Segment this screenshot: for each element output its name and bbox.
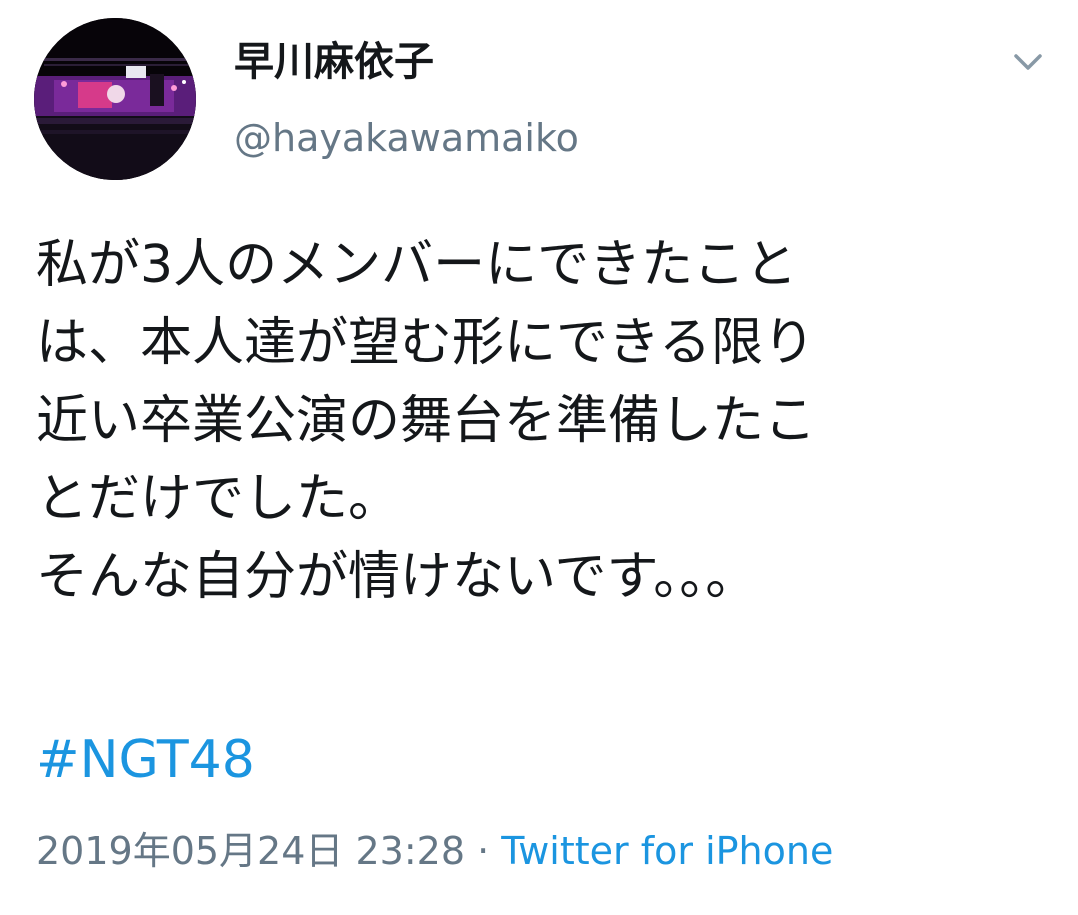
display-name[interactable]: 早川麻依子 <box>234 36 434 88</box>
tweet-text-line: 私が3人のメンバーにできたこと <box>36 235 798 295</box>
user-handle[interactable]: @hayakawamaiko <box>234 112 579 164</box>
tweet-text-line: とだけでした。 <box>36 469 401 529</box>
tweet-meta: 2019年05月24日 23:28 · Twitter for iPhone <box>36 824 833 878</box>
timestamp[interactable]: 2019年05月24日 23:28 <box>36 829 465 873</box>
tweet-card: 早川麻依子 @hayakawamaiko 私が3人のメンバーにできたこと は、本… <box>0 0 1078 915</box>
tweet-text-line: そんな自分が情けないです。。。 <box>36 547 758 607</box>
tweet-text-line: 近い卒業公演の舞台を準備したこ <box>36 391 817 451</box>
meta-separator: · <box>477 829 490 873</box>
source-link[interactable]: Twitter for iPhone <box>501 829 833 873</box>
avatar[interactable] <box>34 18 196 180</box>
hashtag-link[interactable]: #NGT48 <box>36 724 255 796</box>
tweet-text-line: は、本人達が望む形にできる限り <box>36 313 815 373</box>
stage-photo-icon <box>34 18 196 180</box>
chevron-down-icon[interactable] <box>1008 44 1048 80</box>
tweet-text: 私が3人のメンバーにできたこと は、本人達が望む形にできる限り 近い卒業公演の舞… <box>36 226 1056 616</box>
